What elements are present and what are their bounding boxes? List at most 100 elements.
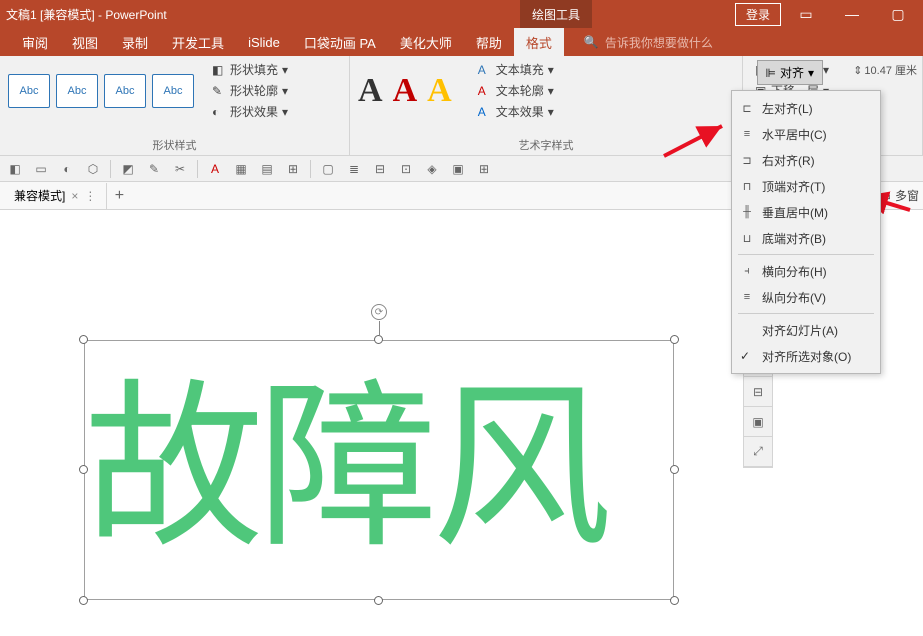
tell-me-search[interactable]: 🔍 告诉我你想要做什么 [584,34,713,51]
qat-icon[interactable]: ✂ [171,160,189,178]
align-middle-v-item[interactable]: ╫垂直居中(M) [732,199,880,225]
text-fill-icon: A [478,63,492,77]
shape-styles-group: Abc Abc Abc Abc ◧形状填充 ▾ ✎形状轮廓 ▾ ◐形状效果 ▾ … [0,56,350,155]
close-tab-icon[interactable]: × [71,189,78,203]
distribute-h-item[interactable]: ⫞横向分布(H) [732,258,880,284]
align-icon: ⊫ [766,66,776,80]
wordart-preset[interactable]: A [358,72,383,110]
menu-separator [738,254,874,255]
qat-icon[interactable]: ▦ [232,160,250,178]
tab-record[interactable]: 录制 [110,28,160,56]
align-to-selected-item[interactable]: ✓对齐所选对象(O) [732,343,880,369]
shape-fill-button[interactable]: ◧形状填充 ▾ [208,60,292,79]
restore-icon[interactable]: ▢ [877,0,919,28]
align-middle-v-icon: ╫ [740,206,754,218]
align-right-icon: ⊐ [740,154,754,167]
qat-icon[interactable]: ▢ [319,160,337,178]
ribbon-options-icon[interactable]: ▭ [785,0,827,28]
group-label: 形状样式 [8,133,341,153]
shape-style-preset[interactable]: Abc [8,74,50,108]
align-to-slide-item[interactable]: 对齐幻灯片(A) [732,317,880,343]
tab-islide[interactable]: iSlide [236,28,292,56]
qat-icon[interactable]: ⊡ [397,160,415,178]
mini-tool-button[interactable]: ▣ [744,407,772,437]
resize-handle[interactable] [79,465,88,474]
qat-icon[interactable]: ▤ [258,160,276,178]
qat-icon[interactable]: ⬡ [84,160,102,178]
ribbon-tabs: 审阅 视图 录制 开发工具 iSlide 口袋动画 PA 美化大师 帮助 格式 … [0,28,923,56]
wordart-styles-group: A A A A文本填充 ▾ A文本轮廓 ▾ A文本效果 ▾ 艺术字样式 [350,56,743,155]
qat-icon[interactable]: ⊟ [371,160,389,178]
resize-handle[interactable] [79,335,88,344]
qat-icon[interactable]: ≣ [345,160,363,178]
qat-icon[interactable]: ◈ [423,160,441,178]
text-effects-button[interactable]: A文本效果 ▾ [474,102,558,121]
menu-separator [738,313,874,314]
distribute-v-item[interactable]: ≡纵向分布(V) [732,284,880,310]
minimize-icon[interactable]: — [831,0,873,28]
qat-icon[interactable]: A [206,160,224,178]
login-button[interactable]: 登录 [735,3,781,26]
align-left-item[interactable]: ⊏左对齐(L) [732,95,880,121]
align-top-icon: ⊓ [740,180,754,193]
document-tab[interactable]: 兼容模式] × ⋮ [4,183,107,209]
doc-tab-label: 兼容模式] [14,187,65,204]
shape-style-preset[interactable]: Abc [152,74,194,108]
distribute-h-icon: ⫞ [740,265,754,278]
tab-pocket-anim[interactable]: 口袋动画 PA [292,28,388,56]
height-icon: ⇕ [853,64,862,77]
fill-icon: ◧ [212,63,226,77]
text-outline-button[interactable]: A文本轮廓 ▾ [474,81,558,100]
align-center-h-item[interactable]: ≡水平居中(C) [732,121,880,147]
shape-effects-button[interactable]: ◐形状效果 ▾ [208,102,292,121]
resize-handle[interactable] [670,596,679,605]
align-dropdown-button[interactable]: ⊫ 对齐▾ [757,60,824,85]
check-icon: ✓ [740,349,750,363]
wordart-preset[interactable]: A [393,72,418,110]
qat-icon[interactable]: ◩ [119,160,137,178]
tab-menu-icon[interactable]: ⋮ [84,189,96,203]
qat-icon[interactable]: ✎ [145,160,163,178]
search-icon: 🔍 [584,35,599,49]
resize-handle[interactable] [670,465,679,474]
contextual-tool-tab: 绘图工具 [520,0,592,28]
qat-icon[interactable]: ◐ [58,160,76,178]
align-dropdown-menu: ⊏左对齐(L) ≡水平居中(C) ⊐右对齐(R) ⊓顶端对齐(T) ╫垂直居中(… [731,90,881,374]
height-input[interactable]: ⇕ 10.47 厘米 [853,62,917,78]
resize-handle[interactable] [374,596,383,605]
align-top-item[interactable]: ⊓顶端对齐(T) [732,173,880,199]
selection-outline [84,340,674,600]
new-tab-button[interactable]: + [107,187,131,205]
resize-handle[interactable] [374,335,383,344]
align-center-h-icon: ≡ [740,128,754,140]
tab-view[interactable]: 视图 [60,28,110,56]
tab-help[interactable]: 帮助 [464,28,514,56]
resize-handle[interactable] [79,596,88,605]
tab-beautify[interactable]: 美化大师 [388,28,464,56]
rotate-handle[interactable]: ⟳ [371,304,387,320]
qat-icon[interactable]: ⊞ [284,160,302,178]
selected-text-shape[interactable]: ⟳ 故障风 [84,340,674,600]
text-fill-button[interactable]: A文本填充 ▾ [474,60,558,79]
tab-review[interactable]: 审阅 [10,28,60,56]
wordart-preset[interactable]: A [427,72,452,110]
group-label: 艺术字样式 [358,133,734,153]
shape-style-preset[interactable]: Abc [104,74,146,108]
qat-icon[interactable]: ▣ [449,160,467,178]
align-right-item[interactable]: ⊐右对齐(R) [732,147,880,173]
tab-format[interactable]: 格式 [514,28,564,56]
qat-icon[interactable]: ⊞ [475,160,493,178]
resize-handle[interactable] [670,335,679,344]
multi-window-button[interactable]: ▭ 多窗 [880,187,919,204]
effects-icon: ◐ [212,105,226,119]
shape-outline-button[interactable]: ✎形状轮廓 ▾ [208,81,292,100]
mini-tool-button[interactable]: ⤢ [744,437,772,467]
qat-icon[interactable]: ▭ [32,160,50,178]
text-effects-icon: A [478,105,492,119]
align-bottom-icon: ⊔ [740,232,754,245]
qat-icon[interactable]: ◧ [6,160,24,178]
shape-style-preset[interactable]: Abc [56,74,98,108]
mini-tool-button[interactable]: ⊟ [744,377,772,407]
align-bottom-item[interactable]: ⊔底端对齐(B) [732,225,880,251]
tab-developer[interactable]: 开发工具 [160,28,236,56]
